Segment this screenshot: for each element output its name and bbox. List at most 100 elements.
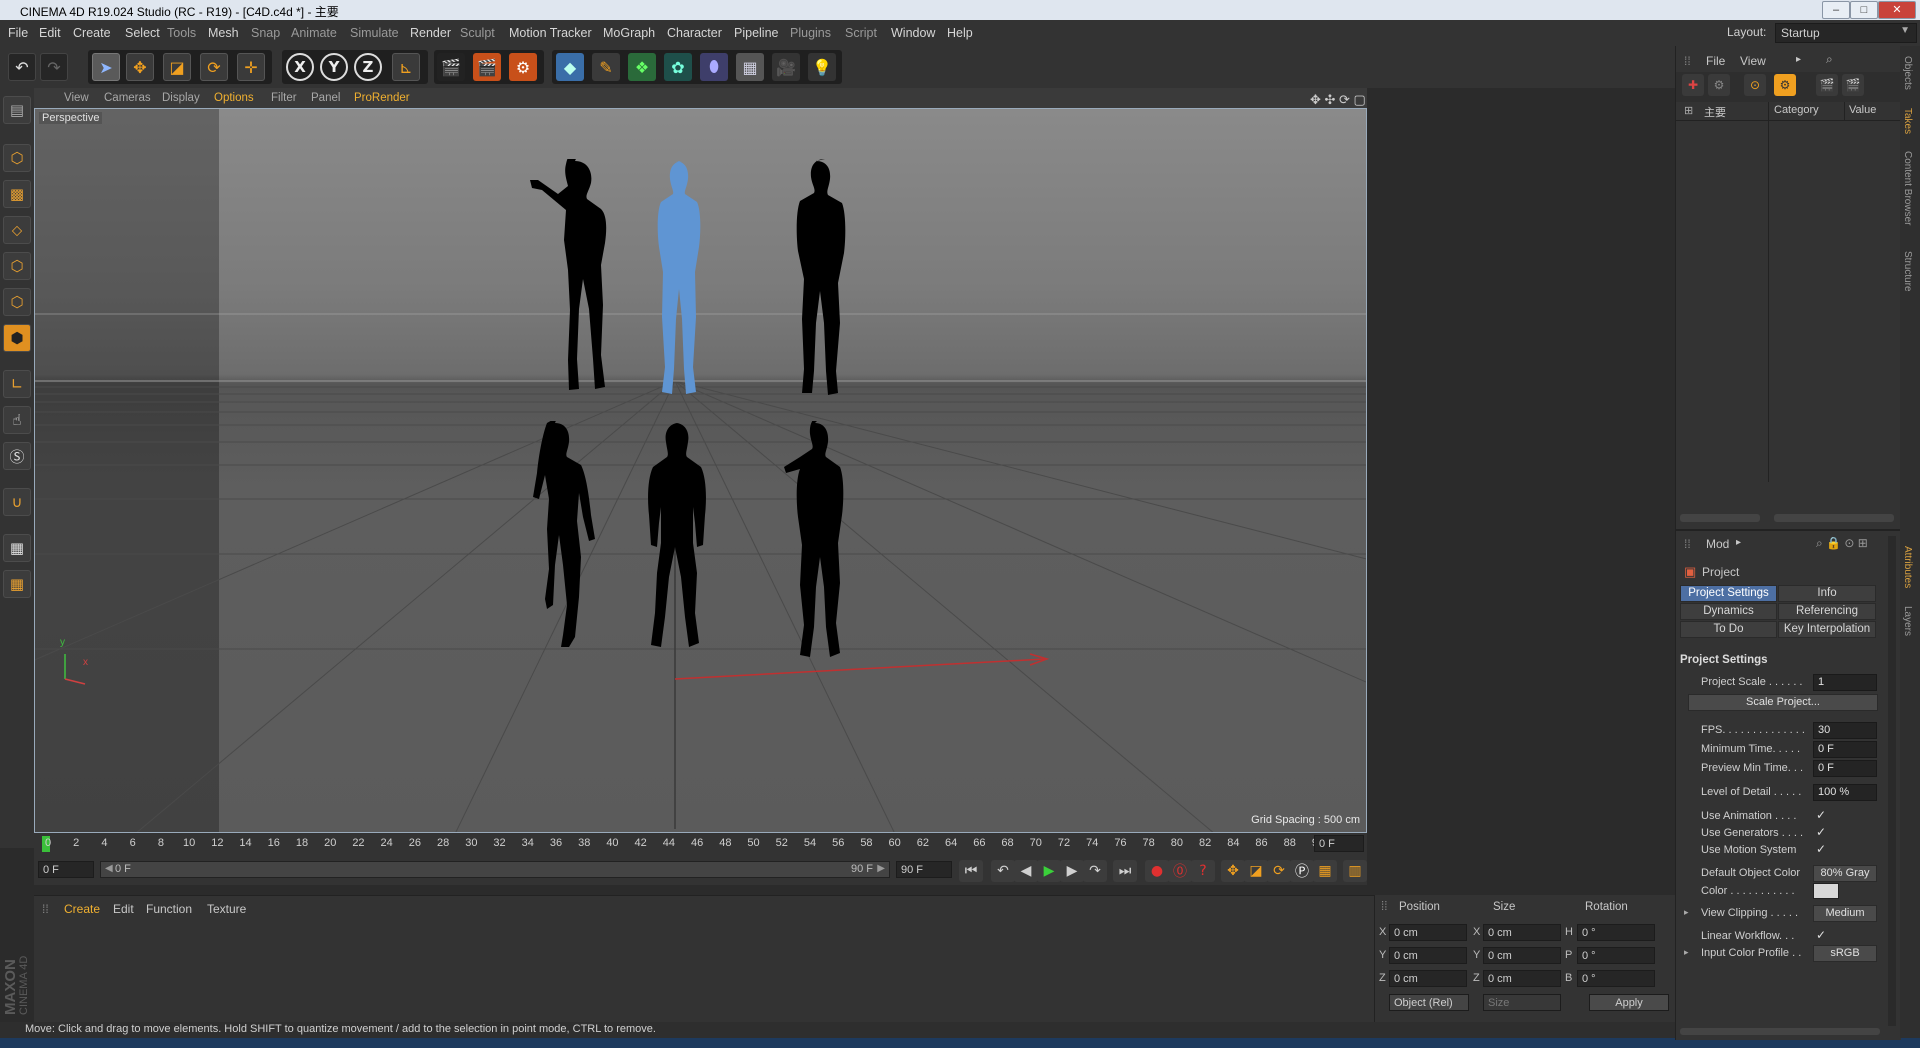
figure-back-left[interactable] bbox=[525, 159, 635, 399]
tree-item-main[interactable]: 主要 bbox=[1704, 104, 1726, 120]
timeline-ruler[interactable]: 0 2 4 6 8 10 12 14 16 18 20 22 24 26 28 30 32 34 36 38 40 42 4… bbox=[34, 833, 1367, 855]
vp-menu-panel[interactable]: Panel bbox=[311, 92, 340, 104]
figure-back-center-selected[interactable] bbox=[640, 159, 710, 399]
subdivision-icon[interactable]: ❖ bbox=[628, 53, 656, 81]
lock-workplane-icon[interactable]: ▦ bbox=[3, 534, 31, 562]
input-color-profile-select[interactable]: sRGB bbox=[1813, 945, 1877, 962]
obj-search-icon[interactable]: ⌕ bbox=[1826, 52, 1833, 67]
obj-scrollbar-right[interactable] bbox=[1774, 514, 1894, 522]
attr-nav-icons[interactable]: ⌕ 🔒 ⊙ ⊞ bbox=[1816, 536, 1868, 551]
menu-character[interactable]: Character bbox=[667, 26, 722, 40]
cloner-icon[interactable]: ✿ bbox=[664, 53, 692, 81]
camera-icon[interactable]: 🎥 bbox=[772, 53, 800, 81]
viewport-nav-icons[interactable]: ✥ ✣ ⟳ ▢ bbox=[1310, 92, 1366, 108]
make-editable-icon[interactable]: ▤ bbox=[3, 96, 31, 124]
start-frame-field[interactable]: 0 F bbox=[38, 861, 94, 878]
vp-menu-options[interactable]: Options bbox=[214, 92, 254, 104]
key-parameter-icon[interactable]: Ⓟ bbox=[1290, 860, 1314, 882]
undo-icon[interactable]: ↶ bbox=[8, 53, 36, 81]
select-arrow-icon[interactable]: ➤ bbox=[92, 53, 120, 81]
default-object-color-select[interactable]: 80% Gray bbox=[1813, 865, 1877, 882]
vp-menu-display[interactable]: Display bbox=[162, 92, 200, 104]
figure-front-center[interactable] bbox=[635, 421, 715, 661]
color-swatch[interactable] bbox=[1813, 883, 1839, 899]
size-mode-select[interactable]: Size bbox=[1483, 994, 1561, 1011]
position-z-field[interactable]: 0 cm bbox=[1389, 970, 1467, 987]
override-icon[interactable]: ⚙ bbox=[1774, 74, 1796, 96]
vp-menu-filter[interactable]: Filter bbox=[271, 92, 297, 104]
menu-file[interactable]: File bbox=[8, 26, 28, 40]
vp-menu-prorender[interactable]: ProRender bbox=[354, 92, 410, 104]
tab-referencing[interactable]: Referencing bbox=[1778, 603, 1876, 620]
y-axis-lock-icon[interactable]: Y bbox=[320, 53, 348, 81]
model-mode-icon[interactable]: ⬡ bbox=[3, 144, 31, 172]
light-icon[interactable]: 💡 bbox=[808, 53, 836, 81]
linear-workflow-checkbox[interactable]: ✓ bbox=[1816, 928, 1826, 942]
keyframe-selection-icon[interactable]: ? bbox=[1191, 860, 1215, 882]
menu-select[interactable]: Select bbox=[125, 26, 160, 40]
pen-spline-icon[interactable]: ✎ bbox=[592, 53, 620, 81]
points-mode-icon[interactable]: ⬡ bbox=[3, 252, 31, 280]
floor-icon[interactable]: ▦ bbox=[736, 53, 764, 81]
move-tool-icon[interactable]: ✥ bbox=[126, 53, 154, 81]
size-x-field[interactable]: 0 cm bbox=[1483, 924, 1561, 941]
filter-icon[interactable]: ⚙ bbox=[1708, 74, 1730, 96]
project-scale-field[interactable]: 1 bbox=[1813, 674, 1877, 691]
z-axis-lock-icon[interactable]: Z bbox=[354, 53, 382, 81]
key-scale-icon[interactable]: ◪ bbox=[1244, 860, 1268, 882]
coordinate-system-icon[interactable]: ⊾ bbox=[392, 53, 420, 81]
clapper-icon[interactable]: 🎬 bbox=[1816, 74, 1838, 96]
rotation-b-field[interactable]: 0 ° bbox=[1577, 970, 1655, 987]
side-tab-attributes[interactable]: Attributes bbox=[1902, 546, 1913, 588]
vp-menu-cameras[interactable]: Cameras bbox=[104, 92, 151, 104]
side-tab-takes[interactable]: Takes bbox=[1902, 108, 1913, 134]
cube-icon[interactable]: ◆ bbox=[556, 53, 584, 81]
x-axis-lock-icon[interactable]: X bbox=[286, 53, 314, 81]
tab-info[interactable]: Info bbox=[1778, 585, 1876, 602]
workplane-icon[interactable]: ⬦ bbox=[3, 216, 31, 244]
clapper-settings-icon[interactable]: 🎬 bbox=[1842, 74, 1864, 96]
render-settings-icon[interactable]: ⚙ bbox=[509, 53, 537, 81]
snapping-icon[interactable]: Ⓢ bbox=[3, 442, 31, 470]
key-position-icon[interactable]: ✥ bbox=[1221, 860, 1245, 882]
menu-simulate[interactable]: Simulate bbox=[350, 26, 399, 40]
attr-mode-chevron-icon[interactable]: ▸ bbox=[1736, 537, 1741, 548]
render-view-icon[interactable]: 🎬 bbox=[437, 53, 465, 81]
edges-mode-icon[interactable]: ⬡ bbox=[3, 288, 31, 316]
size-z-field[interactable]: 0 cm bbox=[1483, 970, 1561, 987]
side-tab-structure[interactable]: Structure bbox=[1902, 251, 1913, 292]
current-frame-field[interactable]: 0 F bbox=[1314, 835, 1364, 852]
menu-snap[interactable]: Snap bbox=[251, 26, 280, 40]
expand-arrow-icon[interactable]: ▸ bbox=[1684, 947, 1689, 958]
timeline-window-icon[interactable]: ▥ bbox=[1343, 860, 1367, 882]
next-frame-icon[interactable]: ▶ bbox=[1060, 860, 1084, 882]
menu-help[interactable]: Help bbox=[947, 26, 973, 40]
deformer-icon[interactable]: ⬮ bbox=[700, 53, 728, 81]
next-key-icon[interactable]: ↷ bbox=[1083, 860, 1107, 882]
previous-key-icon[interactable]: ↶ bbox=[991, 860, 1015, 882]
level-of-detail-field[interactable]: 100 % bbox=[1813, 784, 1877, 801]
menu-animate[interactable]: Animate bbox=[291, 26, 337, 40]
render-picture-viewer-icon[interactable]: 🎬 bbox=[473, 53, 501, 81]
attr-mode-menu[interactable]: Mod bbox=[1706, 537, 1729, 551]
previous-frame-icon[interactable]: ◀ bbox=[1014, 860, 1038, 882]
end-frame-field[interactable]: 90 F bbox=[896, 861, 952, 878]
obj-menu-more-icon[interactable]: ▸ bbox=[1796, 54, 1801, 65]
record-keys-icon[interactable]: ● bbox=[1145, 860, 1169, 882]
menu-plugins[interactable]: Plugins bbox=[790, 26, 831, 40]
key-rotation-icon[interactable]: ⟳ bbox=[1267, 860, 1291, 882]
side-tab-objects[interactable]: Objects bbox=[1902, 56, 1913, 90]
menu-motion-tracker[interactable]: Motion Tracker bbox=[509, 26, 592, 40]
take-icon[interactable]: ⊙ bbox=[1744, 74, 1766, 96]
go-to-end-icon[interactable]: ⏭ bbox=[1113, 860, 1137, 882]
menu-tools[interactable]: Tools bbox=[167, 26, 196, 40]
go-to-start-icon[interactable]: ⏮ bbox=[959, 860, 983, 882]
tab-project-settings[interactable]: Project Settings bbox=[1680, 585, 1777, 602]
last-tool-icon[interactable]: ✛ bbox=[237, 53, 265, 81]
size-y-field[interactable]: 0 cm bbox=[1483, 947, 1561, 964]
menu-window[interactable]: Window bbox=[891, 26, 935, 40]
rotate-tool-icon[interactable]: ⟳ bbox=[200, 53, 228, 81]
frame-range-slider[interactable]: ◀ 0 F 90 F ▶ bbox=[100, 861, 890, 878]
figure-front-right[interactable] bbox=[775, 421, 855, 661]
tweak-mode-icon[interactable]: ☝ bbox=[3, 406, 31, 434]
